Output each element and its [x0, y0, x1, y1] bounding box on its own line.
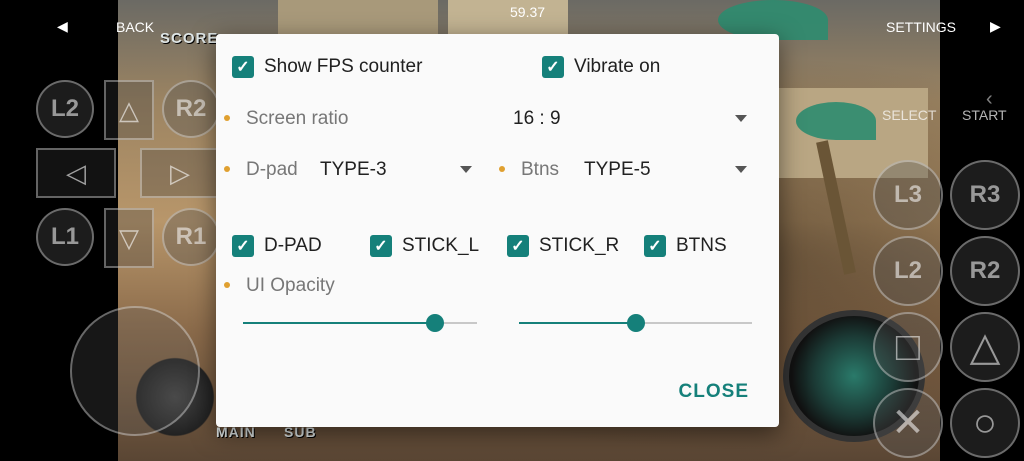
start-button[interactable]: START [962, 107, 1007, 123]
r2-left-button[interactable]: R2 [162, 80, 220, 138]
toggle-btns-checkbox[interactable]: ✓ BTNS [644, 235, 727, 257]
close-button[interactable]: CLOSE [679, 381, 749, 403]
checkbox-checked-icon[interactable]: ✓ [542, 56, 564, 78]
toggle-stick-r-checkbox[interactable]: ✓ STICK_R [507, 235, 619, 257]
bullet-icon [224, 115, 230, 121]
checkbox-checked-icon[interactable]: ✓ [370, 235, 392, 257]
r3-button[interactable]: R3 [950, 160, 1020, 230]
checkbox-checked-icon[interactable]: ✓ [644, 235, 666, 257]
l1-button[interactable]: L1 [36, 208, 94, 266]
r1-left-button[interactable]: R1 [162, 208, 220, 266]
toggle-dpad-checkbox[interactable]: ✓ D-PAD [232, 235, 322, 257]
checkbox-checked-icon[interactable]: ✓ [232, 235, 254, 257]
show-fps-label: Show FPS counter [264, 56, 423, 77]
bullet-icon [224, 282, 230, 288]
dpad-type-select[interactable]: TYPE-3 [320, 159, 387, 181]
checkbox-checked-icon[interactable]: ✓ [232, 56, 254, 78]
forward-arrow-icon[interactable]: ▶ [990, 18, 1001, 35]
left-analog-stick[interactable] [70, 306, 200, 436]
l3-button[interactable]: L3 [873, 160, 943, 230]
r2-right-button[interactable]: R2 [950, 236, 1020, 306]
circle-button[interactable]: ○ [950, 388, 1020, 458]
slider-fill [519, 322, 636, 324]
btns-type-select[interactable]: TYPE-5 [584, 159, 651, 181]
checkbox-checked-icon[interactable]: ✓ [507, 235, 529, 257]
score-label: SCORE [160, 30, 219, 47]
dpad-left-button[interactable]: ◁ [36, 148, 116, 198]
slider-thumb[interactable] [626, 314, 645, 332]
back-arrow-icon[interactable]: ◀ [57, 18, 68, 35]
back-button[interactable]: BACK [116, 19, 154, 35]
vibrate-label: Vibrate on [574, 56, 661, 77]
fps-counter: 59.37 [510, 4, 546, 20]
slider-fill [243, 322, 435, 324]
settings-dialog: ✓ Show FPS counter ✓ Vibrate on Screen r… [216, 34, 779, 427]
toggle-label: STICK_R [539, 235, 620, 256]
screen-ratio-label: Screen ratio [246, 108, 349, 129]
bullet-icon [224, 166, 230, 172]
triangle-button[interactable]: △ [950, 312, 1020, 382]
dpad-right-button[interactable]: ▷ [140, 148, 220, 198]
toggle-label: D-PAD [264, 235, 322, 256]
dpad-type-label: D-pad [246, 159, 298, 180]
square-button[interactable]: □ [873, 312, 943, 382]
l2-button[interactable]: L2 [36, 80, 94, 138]
opacity-slider-left[interactable] [243, 314, 477, 332]
chevron-down-icon[interactable] [735, 115, 747, 122]
chevron-down-icon[interactable] [735, 166, 747, 173]
toggle-stick-l-checkbox[interactable]: ✓ STICK_L [370, 235, 479, 257]
ui-opacity-label: UI Opacity [246, 275, 335, 296]
opacity-slider-right[interactable] [519, 314, 752, 332]
btns-type-label: Btns [521, 159, 560, 180]
palm-leaves [796, 102, 876, 140]
cross-button[interactable]: ✕ [873, 388, 943, 458]
show-fps-checkbox[interactable]: ✓ Show FPS counter [232, 56, 422, 78]
slider-thumb[interactable] [425, 314, 444, 332]
bullet-icon [499, 166, 505, 172]
l2-right-button[interactable]: L2 [873, 236, 943, 306]
settings-button[interactable]: SETTINGS [886, 19, 956, 35]
dpad-up-button[interactable]: △ [104, 80, 154, 140]
vibrate-checkbox[interactable]: ✓ Vibrate on [542, 56, 660, 78]
toggle-label: BTNS [676, 235, 727, 256]
chevron-down-icon[interactable] [460, 166, 472, 173]
toggle-label: STICK_L [402, 235, 480, 256]
dpad-down-button[interactable]: ▽ [104, 208, 154, 268]
screen-ratio-select[interactable]: 16 : 9 [513, 108, 561, 130]
select-button[interactable]: SELECT [882, 107, 936, 123]
